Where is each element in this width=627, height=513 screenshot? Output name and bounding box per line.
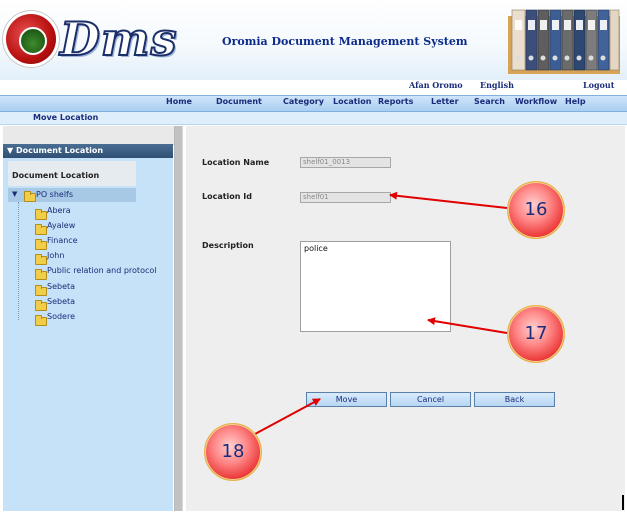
tree-root-label[interactable]: PO shelfs [36, 190, 73, 199]
tree-item-ayalew[interactable]: Ayalew [47, 221, 75, 230]
nav-letter[interactable]: Letter [431, 97, 459, 106]
nav-search[interactable]: Search [474, 97, 505, 106]
callout-18: 18 [204, 423, 262, 481]
logout-link[interactable]: Logout [583, 80, 614, 90]
page-title: Move Location [33, 113, 99, 122]
location-name-field[interactable]: shelf01_0013 [300, 157, 391, 168]
tree-item-john[interactable]: John [47, 251, 64, 260]
description-label: Description [202, 241, 254, 250]
folder-icon [35, 224, 47, 235]
tree-item-sebeta[interactable]: Sebeta [47, 282, 75, 291]
tree-item-sodere[interactable]: Sodere [47, 312, 75, 321]
tree-item-finance[interactable]: Finance [47, 236, 78, 245]
description-textarea[interactable]: police [300, 241, 451, 332]
folder-icon [35, 269, 47, 280]
folder-icon [35, 209, 47, 220]
app-title: Oromia Document Management System [222, 35, 468, 48]
nav-category[interactable]: Category [283, 97, 324, 106]
back-button[interactable]: Back [474, 392, 555, 407]
nav-workflow[interactable]: Workflow [515, 97, 557, 106]
afan-oromo-link[interactable]: Afan Oromo [409, 80, 463, 90]
cancel-button[interactable]: Cancel [390, 392, 471, 407]
scrollbar-thumb[interactable] [175, 126, 182, 511]
tree-emblem-icon [19, 27, 47, 55]
location-id-field[interactable]: shelf01 [300, 192, 391, 203]
callout-16: 16 [507, 181, 565, 239]
tree-title: Document Location [12, 171, 100, 180]
nav-reports[interactable]: Reports [378, 97, 413, 106]
tree-guide-line [18, 202, 19, 320]
dms-logo: Dms [59, 12, 178, 66]
tree-item-sebeta-2[interactable]: Sebeta [47, 297, 75, 306]
sidebar-top-bar [3, 126, 176, 145]
folder-icon [24, 191, 36, 202]
nav-location[interactable]: Location [333, 97, 372, 106]
tree-expand-icon[interactable]: ▼ [12, 190, 17, 198]
corner-mark [622, 495, 624, 510]
move-button[interactable]: Move [306, 392, 387, 407]
tree-item-abera[interactable]: Abera [47, 206, 71, 215]
location-name-label: Location Name [202, 158, 270, 167]
tree-item-public-relation[interactable]: Public relation and protocol [47, 266, 156, 275]
location-id-label: Location Id [202, 192, 252, 201]
sidebar-header-label: ▼ Document Location [7, 146, 104, 155]
folder-icon [35, 285, 47, 296]
folder-icon [35, 315, 47, 326]
callout-17: 17 [507, 305, 565, 363]
folder-icon [35, 300, 47, 311]
nav-home[interactable]: Home [166, 97, 192, 106]
nav-document[interactable]: Document [216, 97, 262, 106]
nav-help[interactable]: Help [565, 97, 586, 106]
folder-icon [35, 254, 47, 265]
english-link[interactable]: English [480, 80, 514, 90]
folder-icon [35, 239, 47, 250]
binders-icon [508, 9, 620, 74]
